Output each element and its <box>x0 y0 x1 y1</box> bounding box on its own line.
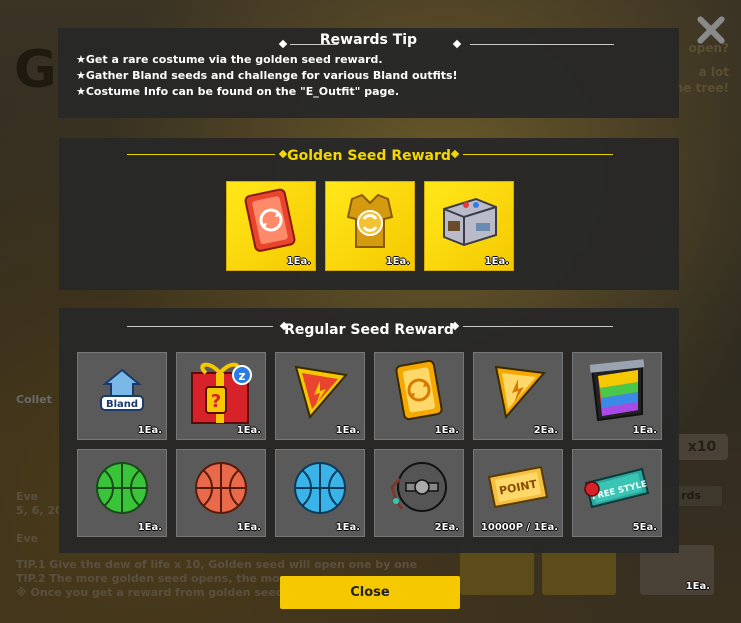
reward-qty: 1Ea. <box>335 522 360 533</box>
rewards-tip-title: Rewards Tip <box>319 32 418 48</box>
heading-line <box>470 44 614 45</box>
svg-text:Bland: Bland <box>106 399 138 410</box>
reward-qty: 1Ea. <box>236 522 261 533</box>
reward-qty: 1Ea. <box>286 256 311 267</box>
reward-tile[interactable]: 1Ea. <box>226 181 316 271</box>
svg-text:?: ? <box>211 391 221 412</box>
blue-basketball-icon <box>294 461 346 514</box>
reward-tile[interactable]: 1Ea. <box>325 181 415 271</box>
orange-basketball-icon <box>195 461 247 514</box>
background-tile-qty: 1Ea. <box>685 581 710 592</box>
heading-line <box>463 326 613 327</box>
tip-line: ★Costume Info can be found on the "E_Out… <box>76 85 400 98</box>
regular-seed-reward-title: Regular Seed Reward <box>284 322 454 338</box>
reward-tile[interactable]: 1Ea. <box>374 352 464 440</box>
reward-tile[interactable]: FREE STYLE 5Ea. <box>572 449 662 537</box>
regular-seed-reward-panel: Regular Seed Reward Bland 1Ea. ? z 1Ea. … <box>59 308 679 553</box>
reward-tile[interactable]: ? z 1Ea. <box>176 352 266 440</box>
reward-qty: 1Ea. <box>236 425 261 436</box>
golden-seed-reward-title: Golden Seed Reward <box>287 148 451 164</box>
reward-tile[interactable]: POINT 10000P / 1Ea. <box>473 449 563 537</box>
free-style-ticket-icon: FREE STYLE <box>584 467 650 509</box>
background-x10-button: x10 <box>676 434 728 460</box>
reward-tile[interactable]: 1Ea. <box>424 181 514 271</box>
reward-tile[interactable]: Bland 1Ea. <box>77 352 167 440</box>
point-ticket-icon: POINT <box>487 465 549 508</box>
tip-line: ★Get a rare costume via the golden seed … <box>76 53 383 66</box>
gold-ticket-slice-icon <box>494 365 546 420</box>
reward-tile[interactable]: 2Ea. <box>374 449 464 537</box>
rainbow-pack-icon <box>589 359 645 421</box>
bland-badge-icon: Bland <box>100 368 144 411</box>
reward-qty: 1Ea. <box>484 256 509 267</box>
background-collect-label: Collet <box>16 393 52 406</box>
mystery-gift-box-icon: ? z <box>191 362 252 424</box>
reward-qty: 2Ea. <box>434 522 459 533</box>
green-basketball-icon <box>96 461 148 514</box>
capsule-bomb-icon <box>390 461 447 512</box>
reward-qty: 2Ea. <box>533 425 558 436</box>
gold-outfit-swap-icon <box>346 193 394 248</box>
reward-tile[interactable]: 2Ea. <box>473 352 563 440</box>
reward-qty: 10000P / 1Ea. <box>480 522 558 533</box>
reward-tile[interactable]: 1Ea. <box>275 449 365 537</box>
reward-tile[interactable]: 1Ea. <box>176 449 266 537</box>
red-refresh-card-icon <box>244 188 296 252</box>
reward-qty: 1Ea. <box>137 522 162 533</box>
gold-refresh-card-icon <box>395 359 443 420</box>
reward-tile[interactable]: 1Ea. <box>77 449 167 537</box>
reward-tile[interactable]: 1Ea. <box>275 352 365 440</box>
svg-text:z: z <box>239 369 246 383</box>
reward-qty: 5Ea. <box>632 522 657 533</box>
reward-qty: 1Ea. <box>385 256 410 267</box>
reward-qty: 1Ea. <box>632 425 657 436</box>
golden-seed-reward-panel: Golden Seed Reward 1Ea. 1Ea. 1Ea. <box>59 138 679 290</box>
tip-line: ★Gather Bland seeds and challenge for va… <box>76 69 458 82</box>
tip-line: TIP.1 Give the dew of life x 10, Golden … <box>16 558 418 571</box>
rewards-tip-panel: Rewards Tip ★Get a rare costume via the … <box>58 28 679 118</box>
heading-line <box>463 154 613 155</box>
background-title: G <box>14 40 57 100</box>
reward-qty: 1Ea. <box>335 425 360 436</box>
rewards-tip-lines: ★Get a rare costume via the golden seed … <box>76 52 458 100</box>
reward-tile[interactable]: 1Ea. <box>572 352 662 440</box>
machine-box-icon <box>443 197 497 246</box>
reward-qty: 1Ea. <box>434 425 459 436</box>
close-button[interactable]: Close <box>280 576 460 609</box>
red-ticket-slice-icon <box>294 365 348 419</box>
reward-qty: 1Ea. <box>137 425 162 436</box>
